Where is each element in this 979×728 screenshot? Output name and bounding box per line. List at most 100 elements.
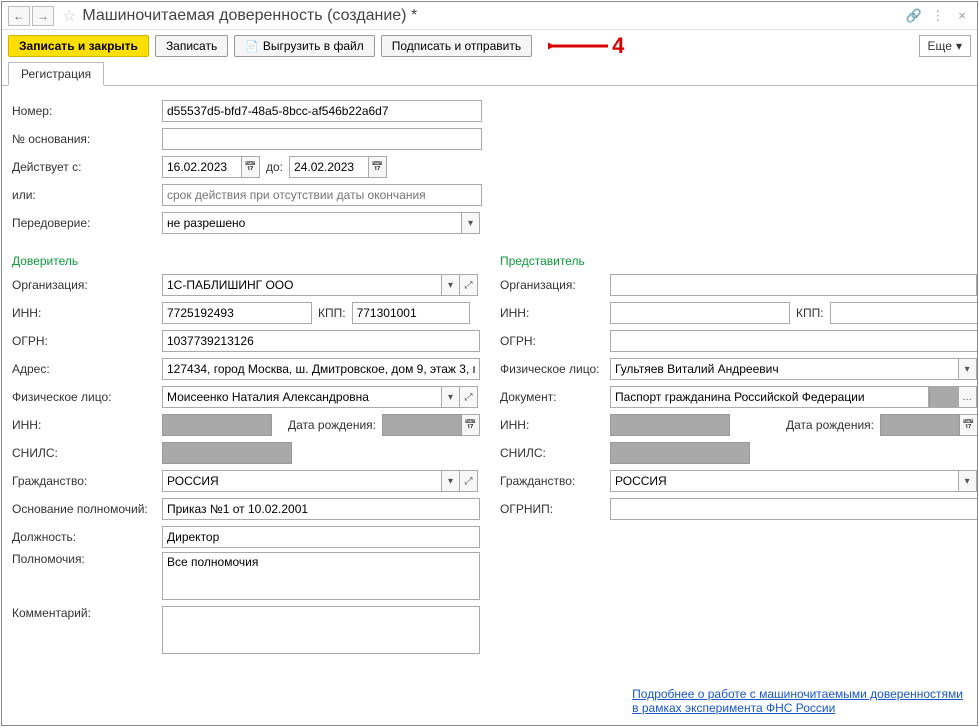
basis-no-input[interactable] xyxy=(162,128,482,150)
chevron-down-icon[interactable] xyxy=(442,386,460,408)
rep-inn2-input[interactable] xyxy=(610,414,730,436)
chevron-down-icon[interactable] xyxy=(959,470,977,492)
principal-address-input[interactable] xyxy=(162,358,480,380)
chevron-down-icon: ▾ xyxy=(956,39,962,53)
label-powers: Полномочия: xyxy=(12,552,162,566)
label-inn: ИНН: xyxy=(12,306,162,320)
label-basis: Основание полномочий: xyxy=(12,502,162,516)
rep-ogrnip-input[interactable] xyxy=(610,498,977,520)
label-address: Адрес: xyxy=(12,362,162,376)
open-icon[interactable] xyxy=(460,274,478,296)
help-link-line2[interactable]: в рамках эксперимента ФНС России xyxy=(632,701,835,715)
label-position: Должность: xyxy=(12,530,162,544)
label-until: до: xyxy=(260,160,289,174)
section-representative: Представитель xyxy=(500,254,977,268)
label-ogrn: ОГРН: xyxy=(12,334,162,348)
help-links: Подробнее о работе с машиночитаемыми дов… xyxy=(632,687,963,715)
principal-ogrn-input[interactable] xyxy=(162,330,480,352)
principal-org-input[interactable] xyxy=(162,274,442,296)
principal-inn-input[interactable] xyxy=(162,302,312,324)
save-and-close-button[interactable]: Записать и закрыть xyxy=(8,35,149,57)
calendar-icon[interactable] xyxy=(369,156,387,178)
calendar-icon[interactable] xyxy=(462,414,480,436)
label-citizenship: Гражданство: xyxy=(12,474,162,488)
powers-textarea[interactable] xyxy=(162,552,480,600)
more-label: Еще xyxy=(928,39,952,53)
rep-dob-input[interactable] xyxy=(880,414,960,436)
rep-org-input[interactable] xyxy=(610,274,977,296)
close-icon[interactable]: × xyxy=(953,8,971,23)
chevron-down-icon[interactable] xyxy=(959,358,977,380)
label-number: Номер: xyxy=(12,104,162,118)
basis-input[interactable] xyxy=(162,498,480,520)
export-icon: 📄 xyxy=(245,40,259,53)
term-input[interactable] xyxy=(162,184,482,206)
rep-ogrn-input[interactable] xyxy=(610,330,977,352)
label-basis-no: № основания: xyxy=(12,132,162,146)
window-title: Машиночитаемая доверенность (создание) * xyxy=(82,7,899,25)
position-input[interactable] xyxy=(162,526,480,548)
label-comment: Комментарий: xyxy=(12,606,162,620)
export-label: Выгрузить в файл xyxy=(263,39,364,53)
number-input[interactable] xyxy=(162,100,482,122)
open-icon[interactable] xyxy=(460,470,478,492)
annotation-arrow xyxy=(548,45,608,47)
rep-snils-input[interactable] xyxy=(610,442,750,464)
rep-citizenship-input[interactable] xyxy=(610,470,959,492)
principal-inn2-input[interactable] xyxy=(162,414,272,436)
save-button[interactable]: Записать xyxy=(155,35,228,57)
doc-redacted xyxy=(929,386,959,408)
redelegation-select[interactable] xyxy=(162,212,462,234)
chevron-down-icon[interactable] xyxy=(462,212,480,234)
label-r-snils: СНИЛС: xyxy=(500,446,610,460)
label-org: Организация: xyxy=(12,278,162,292)
label-r-citizenship: Гражданство: xyxy=(500,474,610,488)
rep-person-input[interactable] xyxy=(610,358,959,380)
calendar-icon[interactable] xyxy=(242,156,260,178)
help-link-line1[interactable]: Подробнее о работе с машиночитаемыми дов… xyxy=(632,687,963,701)
rep-inn-input[interactable] xyxy=(610,302,790,324)
rep-kpp-input[interactable] xyxy=(830,302,977,324)
label-snils: СНИЛС: xyxy=(12,446,162,460)
chevron-down-icon[interactable] xyxy=(442,470,460,492)
dots-icon[interactable] xyxy=(959,386,977,408)
section-principal: Доверитель xyxy=(12,254,480,268)
annotation-number: 4 xyxy=(612,33,624,59)
label-r-org: Организация: xyxy=(500,278,610,292)
principal-dob-input[interactable] xyxy=(382,414,462,436)
nav-forward-button[interactable]: → xyxy=(32,6,54,26)
label-valid-from: Действует с: xyxy=(12,160,162,174)
date-from-input[interactable] xyxy=(162,156,242,178)
label-r-inn2: ИНН: xyxy=(500,418,610,432)
principal-snils-input[interactable] xyxy=(162,442,292,464)
export-to-file-button[interactable]: 📄 Выгрузить в файл xyxy=(234,35,375,57)
label-r-person: Физическое лицо: xyxy=(500,362,610,376)
label-person: Физическое лицо: xyxy=(12,390,162,404)
label-r-doc: Документ: xyxy=(500,390,610,404)
principal-citizenship-input[interactable] xyxy=(162,470,442,492)
comment-textarea[interactable] xyxy=(162,606,480,654)
nav-back-button[interactable]: ← xyxy=(8,6,30,26)
favorite-star-icon[interactable]: ☆ xyxy=(62,6,76,26)
sign-and-send-button[interactable]: Подписать и отправить xyxy=(381,35,532,57)
date-to-input[interactable] xyxy=(289,156,369,178)
more-button[interactable]: Еще ▾ xyxy=(919,35,971,57)
label-r-kpp: КПП: xyxy=(790,306,830,320)
calendar-icon[interactable] xyxy=(960,414,977,436)
link-icon[interactable]: 🔗 xyxy=(905,8,923,24)
label-r-ogrnip: ОГРНИП: xyxy=(500,502,610,516)
principal-person-input[interactable] xyxy=(162,386,442,408)
principal-kpp-input[interactable] xyxy=(352,302,470,324)
label-r-dob: Дата рождения: xyxy=(780,418,880,432)
label-dob: Дата рождения: xyxy=(282,418,382,432)
label-r-ogrn: ОГРН: xyxy=(500,334,610,348)
tab-registration[interactable]: Регистрация xyxy=(8,62,104,86)
label-or: или: xyxy=(12,188,162,202)
label-inn2: ИНН: xyxy=(12,418,162,432)
chevron-down-icon[interactable] xyxy=(442,274,460,296)
label-redelegation: Передоверие: xyxy=(12,216,162,230)
open-icon[interactable] xyxy=(460,386,478,408)
label-r-inn: ИНН: xyxy=(500,306,610,320)
rep-doc-input[interactable] xyxy=(610,386,929,408)
help-icon[interactable]: ⋮ xyxy=(929,8,947,24)
